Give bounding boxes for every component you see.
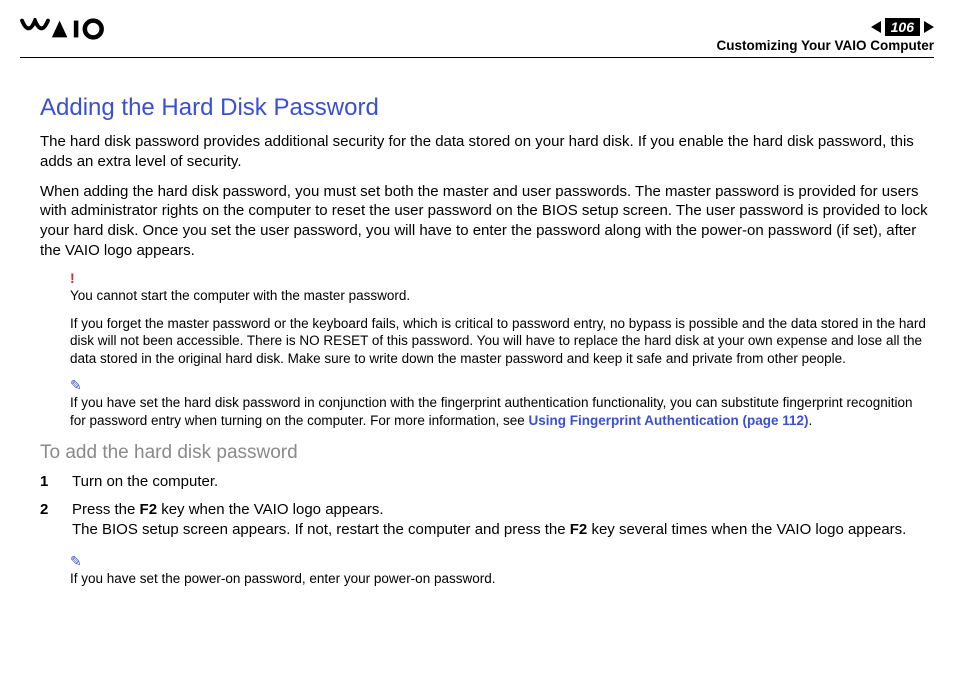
step-list: 1 Turn on the computer. 2 Press the F2 k… [40, 472, 928, 541]
note-block-1: ✎ If you have set the hard disk password… [40, 378, 928, 430]
note-text-2: If you have set the power-on password, e… [70, 570, 928, 588]
page-root: 106 Customizing Your VAIO Computer Addin… [0, 0, 954, 588]
key-f2: F2 [140, 501, 158, 518]
procedure-title: To add the hard disk password [40, 442, 928, 464]
note1-post: . [809, 413, 813, 428]
page-navigator: 106 [716, 18, 934, 36]
note-icon: ✎ [70, 378, 928, 392]
note-block-2: ✎ If you have set the power-on password,… [40, 554, 928, 588]
warning-text-2: If you forget the master password or the… [70, 315, 928, 368]
next-page-icon[interactable] [924, 21, 934, 33]
fingerprint-auth-link[interactable]: Using Fingerprint Authentication (page 1… [528, 413, 808, 428]
note-text-1: If you have set the hard disk password i… [70, 394, 928, 430]
vaio-logo [20, 18, 138, 45]
step-text: Turn on the computer. [72, 472, 218, 492]
step-number: 1 [40, 472, 54, 492]
section-title: Adding the Hard Disk Password [40, 94, 928, 122]
step-1: 1 Turn on the computer. [40, 472, 928, 492]
page-header: 106 Customizing Your VAIO Computer [20, 18, 934, 58]
intro-paragraph-2: When adding the hard disk password, you … [40, 182, 928, 261]
header-right: 106 Customizing Your VAIO Computer [716, 18, 934, 53]
intro-paragraph-1: The hard disk password provides addition… [40, 132, 928, 172]
warning-text-1: You cannot start the computer with the m… [70, 287, 928, 305]
note-icon: ✎ [70, 554, 928, 568]
warning-icon: ! [70, 271, 928, 285]
key-f2: F2 [570, 521, 588, 538]
warning-block: ! You cannot start the computer with the… [40, 271, 928, 368]
content-area: Adding the Hard Disk Password The hard d… [20, 94, 934, 588]
prev-page-icon[interactable] [871, 21, 881, 33]
step-number: 2 [40, 500, 54, 541]
step-text: Press the F2 key when the VAIO logo appe… [72, 500, 906, 541]
page-number: 106 [885, 18, 920, 36]
step-2: 2 Press the F2 key when the VAIO logo ap… [40, 500, 928, 541]
breadcrumb: Customizing Your VAIO Computer [716, 38, 934, 53]
